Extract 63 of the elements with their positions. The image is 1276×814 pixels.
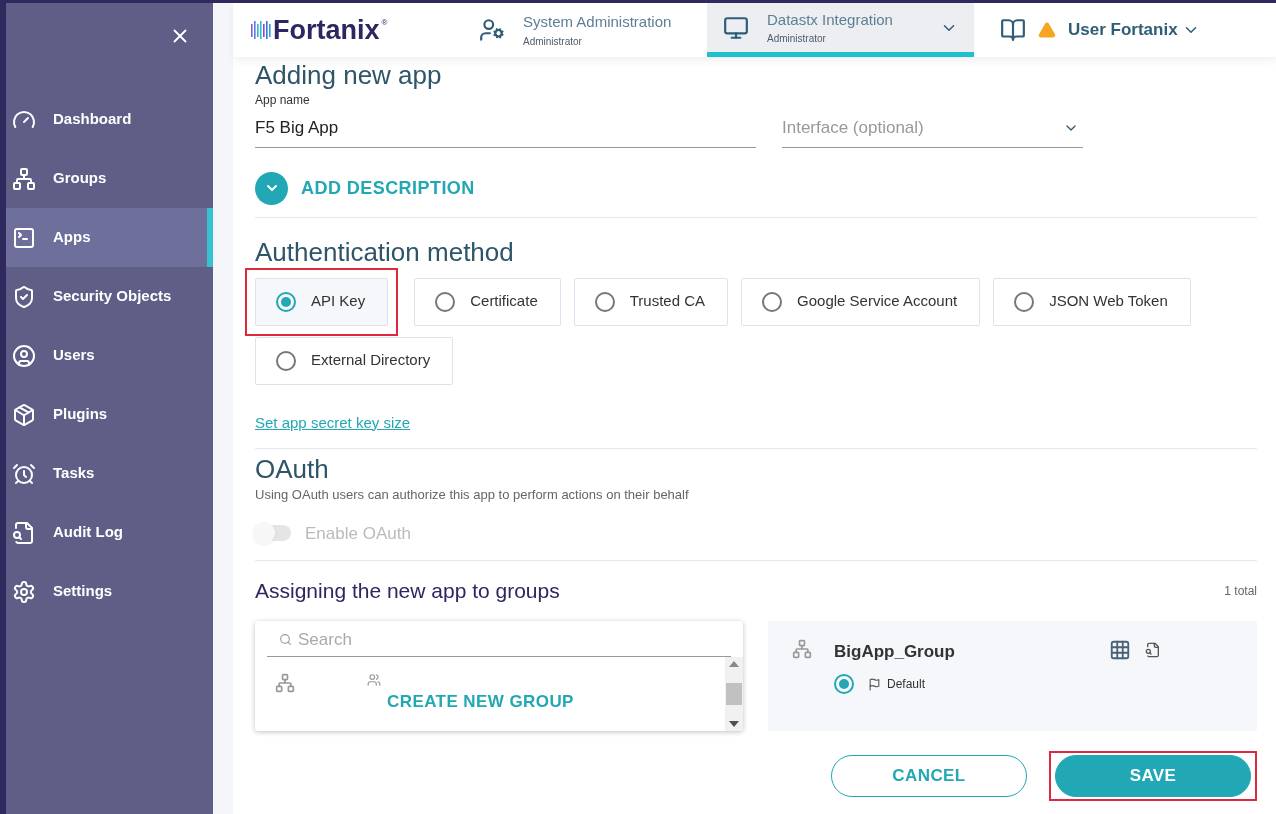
box-icon bbox=[12, 402, 36, 427]
hierarchy-icon bbox=[792, 638, 812, 659]
flag-icon bbox=[868, 677, 881, 691]
sidebar-item[interactable]: Groups bbox=[6, 149, 213, 208]
field-label: App name bbox=[255, 92, 311, 109]
auth-option[interactable]: Certificate bbox=[414, 277, 561, 326]
toggle-label: Enable OAuth bbox=[305, 522, 411, 545]
grid-icon[interactable] bbox=[1109, 638, 1131, 661]
radio-button[interactable] bbox=[276, 291, 296, 312]
sidebar-item[interactable]: Audit Log bbox=[6, 503, 213, 562]
registered-mark: ® bbox=[381, 17, 388, 29]
account-tab[interactable]: System Administration Administrator bbox=[463, 3, 707, 57]
account-role: Administrator bbox=[523, 34, 583, 49]
app-name-field[interactable]: F5 Big App bbox=[255, 115, 756, 141]
monitor-icon bbox=[723, 14, 749, 41]
sidebar-item[interactable]: Tasks bbox=[6, 444, 213, 503]
hierarchy-icon bbox=[12, 166, 36, 191]
account-title: Datastx Integration bbox=[767, 9, 894, 30]
gear-icon bbox=[12, 579, 36, 604]
sidebar-item[interactable]: Dashboard bbox=[6, 90, 213, 149]
sidebar-item[interactable]: Settings bbox=[6, 562, 213, 621]
user-menu[interactable]: User Fortanix bbox=[1068, 17, 1200, 43]
user-gear-icon bbox=[479, 17, 505, 43]
logo-text: Fortanix bbox=[273, 16, 380, 44]
auth-option[interactable]: API Key bbox=[255, 277, 389, 326]
radio-button[interactable] bbox=[435, 291, 456, 312]
search-icon bbox=[279, 632, 292, 646]
shield-icon bbox=[12, 284, 36, 309]
radio-button[interactable] bbox=[276, 350, 296, 371]
alarm-clock-icon bbox=[12, 461, 36, 486]
auth-option[interactable]: JSON Web Token bbox=[993, 277, 1191, 326]
sidebar-item[interactable]: Security Objects bbox=[6, 267, 213, 326]
sidebar-item[interactable]: Users bbox=[6, 326, 213, 385]
logo-icon bbox=[251, 19, 271, 41]
section-title: Assigning the new app to groups bbox=[255, 578, 560, 604]
book-icon[interactable] bbox=[1000, 17, 1026, 43]
auth-option[interactable]: External Directory bbox=[255, 336, 454, 385]
radio-button[interactable] bbox=[834, 674, 854, 694]
hierarchy-icon bbox=[275, 673, 295, 693]
auth-option[interactable]: Trusted CA bbox=[573, 277, 729, 326]
auth-option[interactable]: Google Service Account bbox=[741, 277, 981, 326]
account-role: Administrator bbox=[767, 32, 827, 47]
user-circle-icon bbox=[12, 343, 36, 368]
document-search-icon[interactable] bbox=[1145, 641, 1161, 658]
section-title: OAuth bbox=[255, 453, 330, 485]
default-label: Default bbox=[887, 676, 926, 693]
account-title: System Administration bbox=[523, 12, 673, 33]
expand-button[interactable] bbox=[255, 171, 288, 205]
group-name: BigApp_Group bbox=[834, 640, 956, 663]
page-title: Adding new app bbox=[255, 59, 443, 91]
document-search-icon bbox=[12, 520, 36, 545]
scrollbar[interactable] bbox=[725, 657, 743, 731]
oauth-description: Using OAuth users can authorize this app to perform actions on their behalf bbox=[255, 486, 690, 504]
sidebar-item[interactable]: Apps bbox=[6, 208, 213, 267]
users-icon bbox=[367, 673, 381, 687]
terminal-icon bbox=[12, 225, 36, 250]
radio-button[interactable] bbox=[762, 291, 783, 312]
sidebar-item[interactable]: Plugins bbox=[6, 385, 213, 444]
radio-button[interactable] bbox=[594, 291, 615, 312]
total-count: 1 total bbox=[1224, 582, 1257, 600]
section-title: Authentication method bbox=[255, 235, 515, 268]
account-tab[interactable]: Datastx Integration Administrator bbox=[707, 3, 974, 57]
radio-button[interactable] bbox=[1014, 291, 1035, 312]
